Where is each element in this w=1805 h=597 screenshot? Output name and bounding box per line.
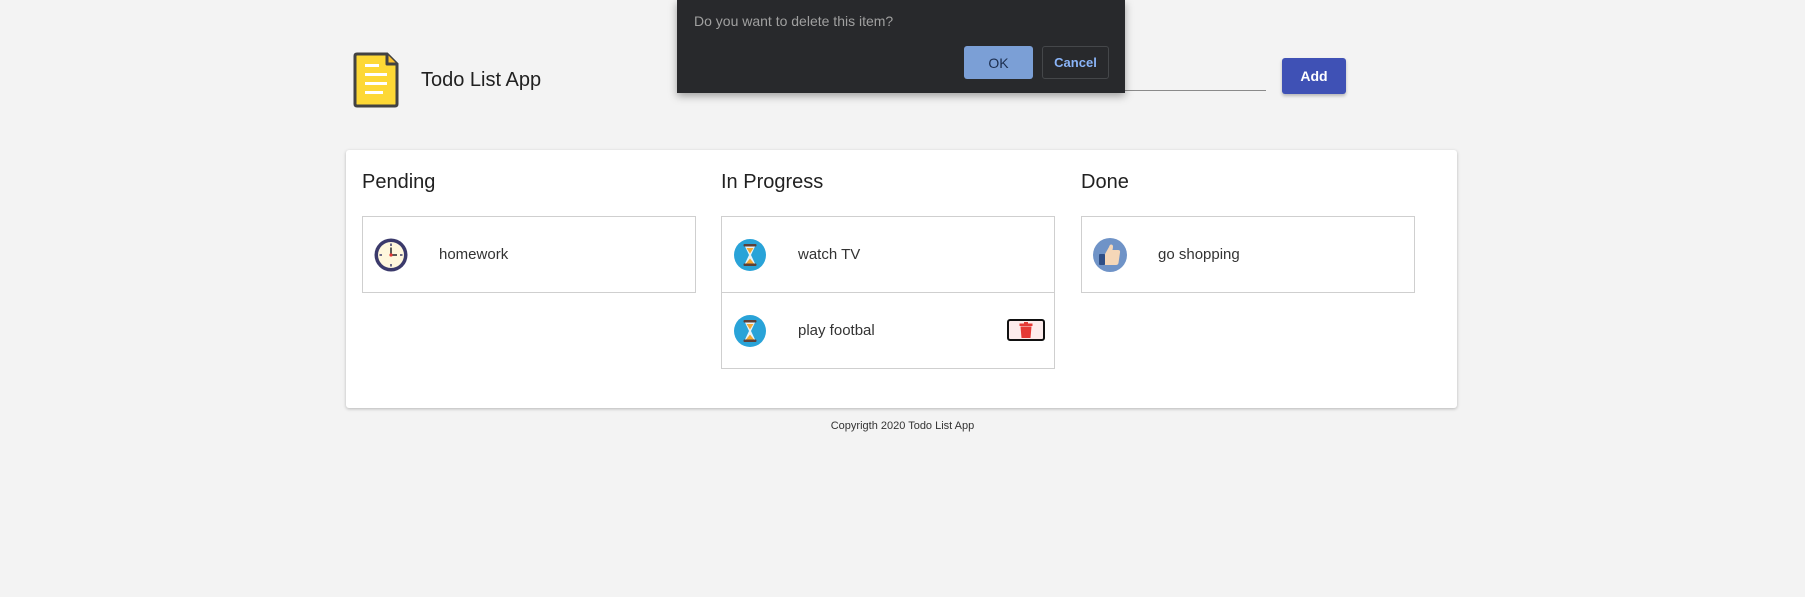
task-list: watch TV play footbal [721, 216, 1055, 369]
column-title: Done [1081, 171, 1129, 193]
column-in-progress: In Progress watch TV play footbal [721, 170, 1055, 369]
footer-copyright: Copyrigth 2020 Todo List App [830, 420, 975, 432]
task-label: play footbal [798, 322, 875, 339]
task-list: go shopping [1081, 216, 1415, 293]
app-title: Todo List App [421, 68, 542, 91]
ok-button[interactable]: OK [964, 46, 1033, 79]
task-item[interactable]: homework [363, 217, 695, 292]
task-item[interactable]: go shopping [1082, 217, 1414, 292]
dialog-message: Do you want to delete this item? [694, 13, 894, 29]
trash-icon [1019, 322, 1033, 338]
task-item[interactable]: play footbal [722, 292, 1054, 368]
hourglass-icon [734, 314, 766, 347]
clock-icon [374, 238, 408, 271]
task-label: go shopping [1158, 246, 1240, 263]
column-done: Done go shopping [1081, 170, 1415, 293]
task-item[interactable]: watch TV [722, 217, 1054, 292]
task-board: Pending homework In Progress watch TV pl… [346, 150, 1457, 408]
delete-button[interactable] [1007, 319, 1045, 341]
app-header: Todo List App [353, 52, 541, 108]
column-title: In Progress [721, 171, 824, 193]
add-button[interactable]: Add [1282, 58, 1346, 94]
hourglass-icon [734, 238, 766, 271]
task-list: homework [362, 216, 696, 293]
thumbs-up-icon [1093, 237, 1127, 272]
column-title: Pending [362, 171, 436, 193]
cancel-button[interactable]: Cancel [1042, 46, 1109, 79]
notepad-icon [353, 52, 399, 108]
column-pending: Pending homework [362, 170, 696, 293]
task-label: homework [439, 246, 509, 263]
confirm-dialog: Do you want to delete this item? OK Canc… [677, 0, 1125, 93]
new-item-input[interactable] [1120, 62, 1266, 91]
task-label: watch TV [798, 246, 861, 263]
